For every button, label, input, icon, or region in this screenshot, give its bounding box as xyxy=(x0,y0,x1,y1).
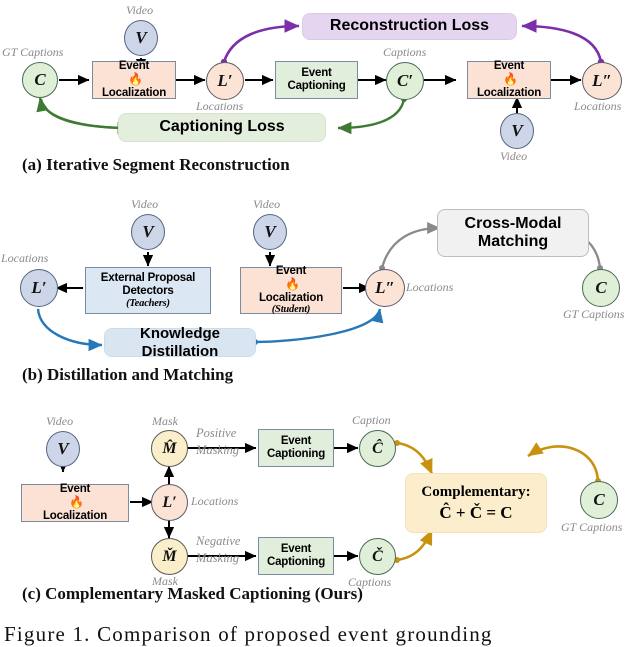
panel-c-positive-masking-label: Positive Masking xyxy=(196,425,239,458)
panel-c-nm-line2: Masking xyxy=(196,550,240,565)
panel-b-gt-captions-label: GT Captions xyxy=(563,307,625,321)
panel-c-pm-line1: Positive xyxy=(196,426,237,440)
panel-b-l-double-prime-label: Locations xyxy=(406,280,454,294)
panel-a-el2-line2: Localization xyxy=(476,86,542,99)
panel-c-event-localization: Event 🔥 Localization xyxy=(21,483,129,522)
panel-b-el-sub: (Student) xyxy=(271,304,311,316)
panel-a-video-bottom-label: Video xyxy=(500,149,528,163)
panel-a-video-top-node: V xyxy=(124,20,158,56)
panel-c-ecb-line2: Captioning xyxy=(266,556,326,568)
panel-a-c-prime-node: C′ xyxy=(386,62,424,100)
panel-a-title: (a) Iterative Segment Reconstruction xyxy=(22,155,290,174)
panel-c-event-captioning-bottom: Event Captioning xyxy=(258,537,334,575)
panel-a-reconstruction-loss: Reconstruction Loss xyxy=(302,13,517,40)
panel-a-event-captioning: Event Captioning xyxy=(275,61,358,99)
panel-c-mask-pos-label: Mask xyxy=(152,414,178,428)
panel-b-video-right-label: Video xyxy=(253,197,281,211)
panel-a-ec-line1: Event xyxy=(301,67,332,80)
panel-c-ecb-line1: Event xyxy=(280,543,312,556)
panel-c-ect-line1: Event xyxy=(280,435,312,448)
panel-b-el-line2: Localization xyxy=(258,291,324,304)
panel-c-complementary-title: Complementary: xyxy=(421,483,531,500)
flame-icon: 🔥 xyxy=(125,72,143,87)
panel-b-gt-captions-node: C xyxy=(582,269,620,307)
panel-b-l-prime-label: Locations xyxy=(1,251,49,265)
panel-a-gt-captions-label: GT Captions xyxy=(2,45,64,59)
flame-icon: 🔥 xyxy=(282,276,300,291)
panel-a-event-localization-2: Event 🔥 Localization xyxy=(467,60,551,99)
panel-a-el1-line2: Localization xyxy=(101,86,167,99)
panel-a-ec-line2: Captioning xyxy=(287,80,346,92)
panel-c-complementary-box: Complementary: Ĉ + Č = C xyxy=(405,473,547,533)
panel-c-gt-captions-node: C xyxy=(580,481,618,519)
panel-b-video-right-node: V xyxy=(253,214,287,250)
flame-icon: 🔥 xyxy=(500,72,518,87)
panel-a-c-prime-label: Captions xyxy=(383,45,427,59)
panel-a-l-prime-node: L′ xyxy=(206,62,244,100)
panel-c-nm-line1: Negative xyxy=(196,534,241,548)
panel-b-event-localization: Event 🔥 Localization (Student) xyxy=(240,265,342,316)
panel-b-knowledge-distillation: Knowledge Distillation xyxy=(104,325,256,360)
panel-a-video-top-label: Video xyxy=(126,3,154,17)
panel-c-event-captioning-top: Event Captioning xyxy=(258,429,334,467)
panel-a-gt-captions-node: C xyxy=(22,62,58,98)
panel-c-gt-captions-label: GT Captions xyxy=(561,520,623,534)
panel-c-ect-line2: Captioning xyxy=(266,448,326,460)
panel-a-event-localization-1: Event 🔥 Localization xyxy=(92,60,176,99)
panel-c-title: (c) Complementary Masked Captioning (Our… xyxy=(22,584,363,603)
panel-b-l-prime-node: L′ xyxy=(20,269,58,307)
panel-c-caption-pos-label: Caption xyxy=(352,413,391,427)
panel-c-mask-neg-node: M̌ xyxy=(151,538,188,575)
panel-b-cmm-line2: Matching xyxy=(477,233,549,250)
panel-b-epd-line2: Detectors xyxy=(122,284,174,297)
panel-b-external-proposal-detectors: External Proposal Detectors (Teachers) xyxy=(85,267,211,314)
panel-c-complementary-formula: Ĉ + Č = C xyxy=(439,502,513,522)
panel-c-l-prime-label: Locations xyxy=(191,494,239,508)
flame-icon: 🔥 xyxy=(66,495,84,510)
panel-b-video-left-label: Video xyxy=(131,197,159,211)
panel-b-video-left-node: V xyxy=(131,214,165,250)
panel-b-title: (b) Distillation and Matching xyxy=(22,365,234,384)
panel-b-cross-modal-matching: Cross-Modal Matching xyxy=(437,209,589,257)
panel-c-mask-pos-node: M̂ xyxy=(151,430,188,467)
panel-c-video-label: Video xyxy=(46,414,74,428)
panel-b-cmm-line1: Cross-Modal xyxy=(464,214,562,232)
panel-b-epd-sub: (Teachers) xyxy=(126,297,170,309)
panel-c-el-line2: Localization xyxy=(42,509,108,522)
panel-c-caption-pos-node: Ĉ xyxy=(359,430,396,467)
panel-c-negative-masking-label: Negative Masking xyxy=(196,533,240,566)
panel-a-captioning-loss: Captioning Loss xyxy=(118,113,326,142)
panel-a-l-double-prime-node: L″ xyxy=(582,62,622,100)
panel-b-epd-line1: External Proposal xyxy=(100,271,196,284)
panel-a-video-bottom-node: V xyxy=(500,113,534,149)
panel-a-l-prime-label: Locations xyxy=(196,99,244,113)
panel-c-l-prime-node: L′ xyxy=(151,484,188,521)
panel-b-l-double-prime-node: L″ xyxy=(365,269,405,307)
panel-c-caption-neg-node: Č xyxy=(359,538,396,575)
figure-caption: Figure 1. Comparison of proposed event g… xyxy=(4,622,493,646)
panel-c-video-node: V xyxy=(46,431,80,467)
figure-root: Video V GT Captions C Event 🔥 Localizati… xyxy=(0,0,640,646)
panel-c-pm-line2: Masking xyxy=(196,442,240,457)
panel-a-l-double-prime-label: Locations xyxy=(574,99,622,113)
